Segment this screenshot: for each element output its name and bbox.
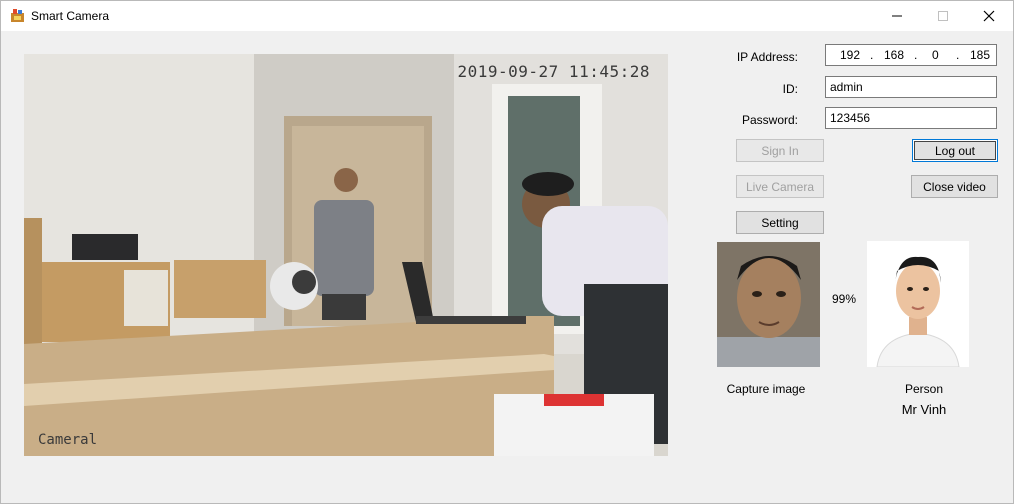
person-name: Mr Vinh <box>901 402 947 417</box>
id-label: ID: <box>782 82 798 96</box>
id-input[interactable] <box>826 77 996 97</box>
person-image <box>867 241 969 367</box>
id-field[interactable] <box>825 76 997 98</box>
close-video-button[interactable]: Close video <box>911 175 998 198</box>
ip-octet-3[interactable]: 0 <box>932 48 939 62</box>
password-label: Password: <box>741 113 798 127</box>
ip-dot-1: . <box>870 48 874 62</box>
sign-in-button[interactable]: Sign In <box>736 139 824 162</box>
ip-octet-2[interactable]: 168 <box>884 48 904 62</box>
match-percentage: 99% <box>831 292 857 306</box>
minimize-icon <box>892 15 902 17</box>
live-camera-button[interactable]: Live Camera <box>736 175 824 198</box>
capture-image <box>717 242 820 367</box>
password-field[interactable] <box>825 107 997 129</box>
camera-scene-image <box>24 54 668 456</box>
person-label: Person <box>904 382 944 396</box>
title-bar: Smart Camera <box>0 0 1014 31</box>
log-out-button[interactable]: Log out <box>912 139 998 162</box>
maximize-button[interactable] <box>920 1 966 31</box>
app-icon <box>11 9 24 22</box>
ip-octet-4[interactable]: 185 <box>970 48 990 62</box>
minimize-button[interactable] <box>874 1 920 31</box>
camera-name-overlay: Cameral <box>38 432 98 448</box>
live-video-feed: 2019-09-27 11:45:28 Cameral <box>24 54 668 456</box>
password-input[interactable] <box>826 108 996 128</box>
capture-image-label: Capture image <box>726 382 806 396</box>
ip-address-label: IP Address: <box>736 50 798 64</box>
ip-dot-2: . <box>914 48 918 62</box>
window-title: Smart Camera <box>31 9 110 23</box>
ip-address-field[interactable]: 192 . 168 . 0 . 185 <box>825 44 997 66</box>
maximize-icon <box>938 11 948 21</box>
ip-dot-3: . <box>956 48 960 62</box>
close-window-button[interactable] <box>966 1 1012 31</box>
setting-button[interactable]: Setting <box>736 211 824 234</box>
ip-octet-1[interactable]: 192 <box>840 48 860 62</box>
video-timestamp: 2019-09-27 11:45:28 <box>457 62 650 81</box>
close-icon <box>983 10 995 22</box>
